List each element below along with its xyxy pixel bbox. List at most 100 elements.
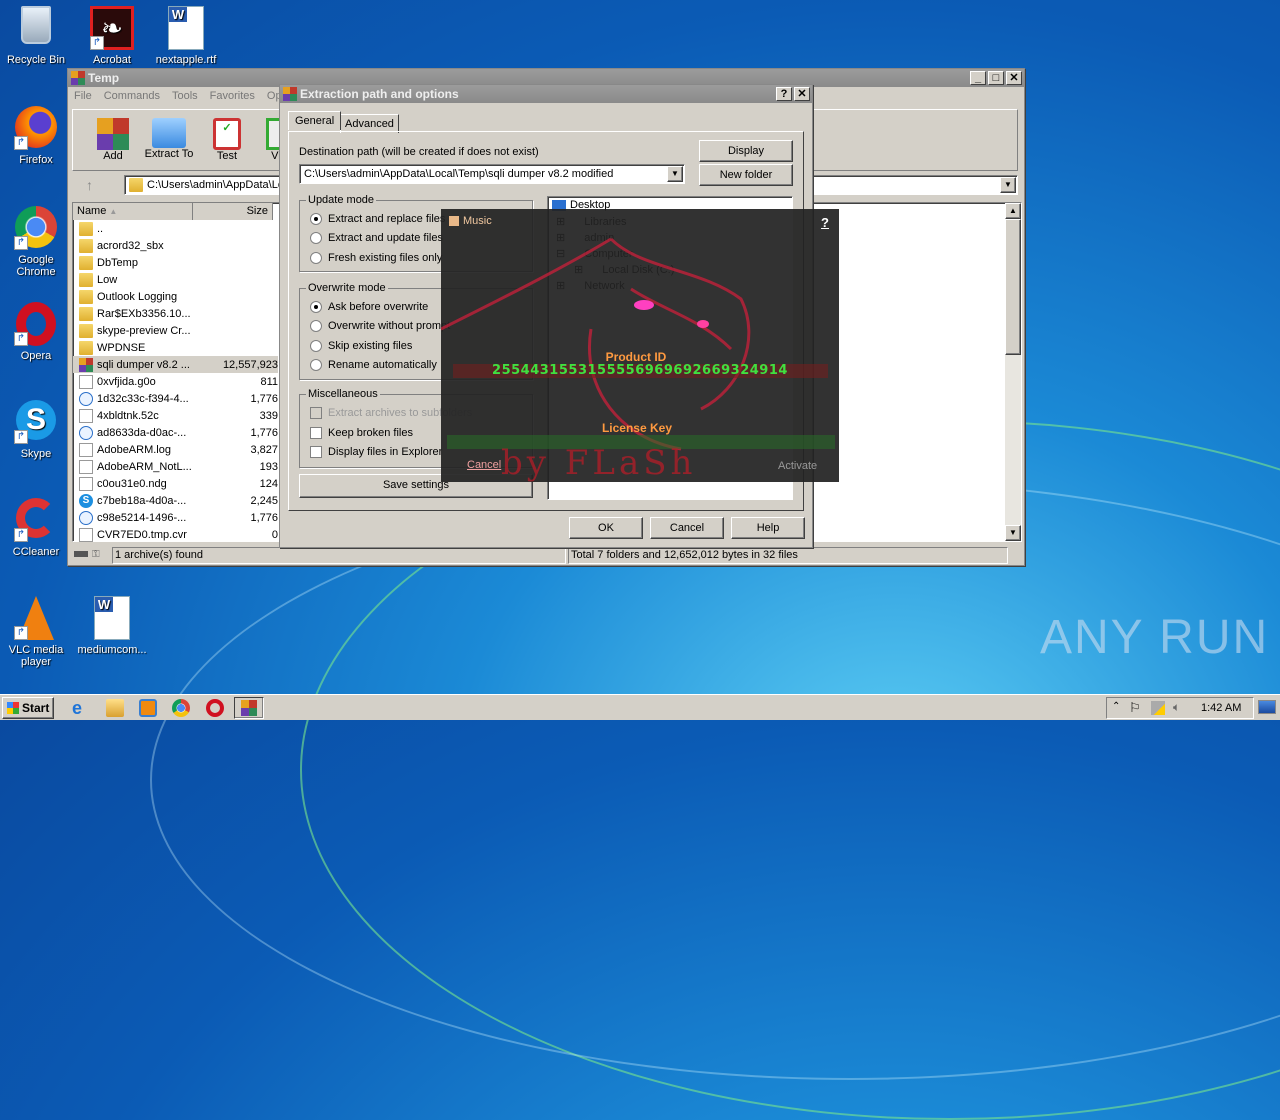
- vertical-scrollbar[interactable]: ▲ ▼: [1005, 203, 1021, 541]
- display-button[interactable]: Display: [699, 140, 793, 162]
- status-left: 1 archive(s) found: [112, 547, 566, 564]
- radio-skip-existing[interactable]: Skip existing files: [310, 340, 412, 352]
- file-icon: [79, 408, 93, 423]
- file-row[interactable]: skype-preview Cr...: [73, 322, 278, 339]
- desktop-icon-mediumcom[interactable]: W mediumcom...: [76, 596, 148, 656]
- ok-button[interactable]: OK: [569, 517, 643, 539]
- file-row[interactable]: Low: [73, 271, 278, 288]
- opera-icon[interactable]: [206, 699, 224, 717]
- radio-ask-before[interactable]: Ask before overwrite: [310, 301, 428, 313]
- certificate-file-icon: [79, 425, 93, 440]
- dialog-titlebar[interactable]: Extraction path and options ? ✕: [280, 85, 812, 103]
- file-row[interactable]: c98e5214-1496-... 1,776: [73, 509, 278, 526]
- file-row[interactable]: ad8633da-d0ac-... 1,776: [73, 424, 278, 441]
- desktop-icon-skype[interactable]: S ↱ Skype: [0, 400, 72, 460]
- new-folder-button[interactable]: New folder: [699, 164, 793, 186]
- activate-button[interactable]: Activate: [778, 460, 817, 472]
- file-row[interactable]: Rar$EXb3356.10...: [73, 305, 278, 322]
- cancel-button[interactable]: Cancel: [650, 517, 724, 539]
- file-row[interactable]: acrord32_sbx: [73, 237, 278, 254]
- media-player-icon[interactable]: [139, 699, 157, 717]
- column-header-size[interactable]: Size: [193, 203, 273, 220]
- chrome-icon[interactable]: [172, 699, 190, 717]
- desktop-icon-nextapple[interactable]: W nextapple.rtf: [150, 6, 222, 66]
- status-right: Total 7 folders and 12,652,012 bytes in …: [568, 547, 1008, 564]
- file-row[interactable]: WPDNSE: [73, 339, 278, 356]
- keygen-cancel-link[interactable]: Cancel: [467, 459, 501, 471]
- up-button[interactable]: ↑: [86, 177, 93, 193]
- radio-overwrite-without-prompt[interactable]: Overwrite without prompt: [310, 320, 450, 332]
- file-row[interactable]: ..: [73, 220, 278, 237]
- certificate-file-icon: [79, 510, 93, 525]
- desktop-icon-vlc[interactable]: ↱ VLC media player: [0, 596, 72, 668]
- radio-rename-automatically[interactable]: Rename automatically: [310, 359, 437, 371]
- show-hidden-icons[interactable]: ⌃: [1112, 701, 1120, 712]
- menu-favorites[interactable]: Favorites: [204, 87, 261, 105]
- column-header-name[interactable]: Name ▲: [73, 203, 193, 220]
- close-button[interactable]: ✕: [1006, 71, 1022, 85]
- file-name: c7beb18a-4d0a-...: [97, 494, 187, 507]
- desktop-icon-opera[interactable]: ↱ Opera: [0, 302, 72, 362]
- file-row[interactable]: c0ou31e0.ndg 124: [73, 475, 278, 492]
- file-row[interactable]: AdobeARM.log 3,827: [73, 441, 278, 458]
- file-name: sqli dumper v8.2 ...: [97, 358, 190, 371]
- minimize-button[interactable]: _: [970, 71, 986, 85]
- show-desktop-button[interactable]: [1258, 700, 1276, 714]
- internet-explorer-icon[interactable]: e: [72, 699, 90, 717]
- menu-tools[interactable]: Tools: [166, 87, 204, 105]
- file-size: 1,776: [250, 426, 278, 439]
- file-row[interactable]: Outlook Logging: [73, 288, 278, 305]
- file-row[interactable]: 4xbldtnk.52c 339: [73, 407, 278, 424]
- maximize-button[interactable]: □: [988, 71, 1004, 85]
- file-row[interactable]: sqli dumper v8.2 ... 12,557,923: [73, 356, 278, 373]
- windows-logo-icon: [6, 702, 19, 714]
- file-name: c0ou31e0.ndg: [97, 477, 167, 490]
- file-row[interactable]: DbTemp: [73, 254, 278, 271]
- check-display-explorer[interactable]: Display files in Explorer: [310, 446, 442, 458]
- check-keep-broken[interactable]: Keep broken files: [310, 427, 413, 439]
- folder-icon: [79, 306, 93, 321]
- taskbar-winrar[interactable]: [234, 697, 264, 719]
- desktop-icon-chrome[interactable]: ↱ Google Chrome: [0, 206, 72, 278]
- radio-fresh-existing[interactable]: Fresh existing files only: [310, 252, 442, 264]
- radio-extract-replace[interactable]: Extract and replace files: [310, 213, 445, 225]
- skype-icon: S ↱: [14, 400, 58, 444]
- desktop-icon-acrobat[interactable]: ❧ ↱ Acrobat: [76, 6, 148, 66]
- file-row[interactable]: CVR7ED0.tmp.cvr 0: [73, 526, 278, 543]
- explorer-icon[interactable]: [106, 699, 124, 717]
- music-toggle[interactable]: Music: [449, 215, 492, 227]
- network-warning-icon[interactable]: [1151, 701, 1165, 715]
- destination-path-field[interactable]: C:\Users\admin\AppData\Local\Temp\sqli d…: [299, 164, 685, 184]
- scroll-thumb[interactable]: [1005, 219, 1021, 355]
- destination-dropdown[interactable]: ▼: [667, 166, 683, 182]
- file-row[interactable]: 1d32c33c-f394-4... 1,776: [73, 390, 278, 407]
- volume-icon[interactable]: 🔈︎: [1173, 700, 1180, 715]
- folder-icon: [79, 221, 93, 236]
- menu-commands[interactable]: Commands: [98, 87, 166, 105]
- help-button[interactable]: ?: [776, 87, 792, 101]
- file-row[interactable]: 0xvfjida.g0o 811: [73, 373, 278, 390]
- toolbar-add[interactable]: Add: [93, 118, 133, 162]
- radio-extract-update[interactable]: Extract and update files: [310, 232, 443, 244]
- add-archive-icon: [97, 118, 129, 150]
- start-button[interactable]: Start: [2, 697, 54, 719]
- desktop-icon-recycle-bin[interactable]: Recycle Bin: [0, 6, 72, 66]
- clock[interactable]: 1:42 AM: [1201, 702, 1241, 714]
- chrome-icon: ↱: [14, 206, 58, 250]
- file-row[interactable]: Sc7beb18a-4d0a-... 2,245: [73, 492, 278, 509]
- radio-indicator: [310, 340, 322, 352]
- scroll-up-button[interactable]: ▲: [1005, 203, 1021, 219]
- menu-file[interactable]: File: [68, 87, 98, 105]
- toolbar-test[interactable]: ✓ Test: [207, 118, 247, 162]
- action-center-flag-icon[interactable]: ⚐: [1129, 700, 1141, 716]
- tab-general[interactable]: General: [288, 111, 342, 130]
- help-dialog-button[interactable]: Help: [731, 517, 805, 539]
- desktop-icon-ccleaner[interactable]: ↱ CCleaner: [0, 498, 72, 558]
- close-button[interactable]: ✕: [794, 87, 810, 101]
- desktop-icon-firefox[interactable]: ↱ Firefox: [0, 106, 72, 166]
- scroll-down-button[interactable]: ▼: [1005, 525, 1021, 541]
- help-link[interactable]: ?: [821, 215, 829, 230]
- address-dropdown[interactable]: ▼: [1000, 177, 1016, 193]
- file-row[interactable]: AdobeARM_NotL... 193: [73, 458, 278, 475]
- toolbar-extract-to[interactable]: Extract To: [141, 118, 197, 160]
